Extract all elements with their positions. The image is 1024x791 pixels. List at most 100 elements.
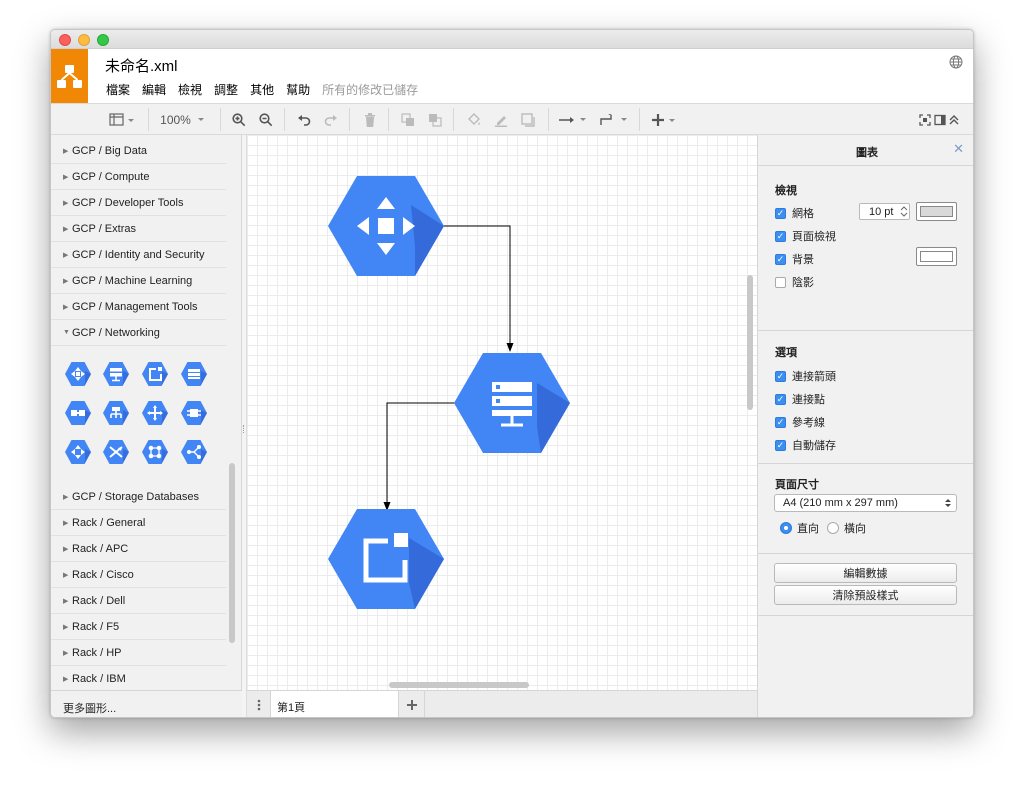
diagram-svg (328, 176, 570, 609)
connector-edge[interactable] (383, 402, 458, 511)
fill-color-button[interactable] (464, 104, 484, 135)
canvas-vertical-scrollbar[interactable] (747, 275, 753, 410)
connection-arrows-checkbox[interactable]: ✓ 連接箭頭 (775, 368, 836, 384)
checkbox-checked: ✓ (775, 439, 786, 451)
shape-category[interactable]: ▶ GCP / Storage Databases (51, 484, 226, 510)
document-title[interactable]: 未命名.xml (105, 55, 178, 76)
grid-size-stepper[interactable]: 10 pt (859, 203, 910, 220)
shape-palette-item[interactable] (179, 398, 209, 428)
shape-category[interactable]: ▶ Rack / HP (51, 640, 226, 666)
delete-button[interactable] (360, 104, 380, 135)
sidebar-scrollbar[interactable] (229, 463, 235, 643)
redo-button[interactable] (321, 104, 341, 135)
portrait-radio[interactable]: 直向 (780, 520, 819, 536)
background-checkbox[interactable]: ✓ 背景 (775, 251, 814, 267)
toolbar-separator (388, 108, 389, 131)
page-size-select[interactable]: A4 (210 mm x 297 mm) (774, 494, 957, 512)
shape-library-sidebar: ▶ GCP / Big Data ▶ GCP / Compute ▶ GCP / De… (51, 135, 242, 717)
autosave-checkbox[interactable]: ✓ 自動儲存 (775, 437, 836, 453)
shape-palette-item[interactable] (63, 437, 93, 467)
chevron-up-double-icon (949, 114, 959, 124)
minimize-window-button[interactable] (78, 34, 90, 46)
fullscreen-icon (919, 113, 931, 126)
shape-palette-item[interactable] (101, 437, 131, 467)
insert-dropdown[interactable] (648, 104, 680, 135)
shape-category[interactable]: ▶ GCP / Big Data (51, 138, 226, 164)
guides-checkbox[interactable]: ✓ 參考線 (775, 414, 825, 430)
close-format-panel-button[interactable]: ✕ (953, 142, 964, 155)
zoom-dropdown[interactable]: 100% (157, 104, 209, 135)
stepper-arrows-icon (900, 206, 908, 217)
page-view-checkbox[interactable]: ✓ 頁面檢視 (775, 228, 836, 244)
shape-category[interactable]: ▶ Rack / F5 (51, 614, 226, 640)
menu-extras[interactable]: 其他 (250, 81, 274, 98)
toggle-format-panel-button[interactable] (933, 104, 947, 135)
landscape-radio[interactable]: 橫向 (827, 520, 866, 536)
line-color-button[interactable] (491, 104, 511, 135)
connector-edge[interactable] (443, 225, 514, 352)
shape-palette-item[interactable] (63, 359, 93, 389)
shape-palette-item[interactable] (140, 359, 170, 389)
language-globe-icon[interactable] (949, 55, 963, 69)
expand-triangle-icon: ▶ (63, 519, 69, 527)
connection-points-checkbox[interactable]: ✓ 連接點 (775, 391, 825, 407)
cdn-node[interactable] (328, 509, 444, 609)
dns-node[interactable] (454, 353, 570, 453)
waypoints-dropdown[interactable] (597, 104, 631, 135)
pages-menu-button[interactable] (247, 691, 271, 717)
shape-palette-item[interactable] (101, 359, 131, 389)
collapse-toolbar-button[interactable] (947, 104, 961, 135)
shape-category[interactable]: ▶ GCP / Extras (51, 216, 226, 242)
shadow-checkbox[interactable]: 陰影 (775, 274, 814, 290)
diagram-canvas[interactable] (247, 135, 757, 717)
fullscreen-button[interactable] (917, 104, 933, 135)
shape-palette-item[interactable] (140, 437, 170, 467)
close-window-button[interactable] (59, 34, 71, 46)
grid-color-button[interactable] (916, 202, 957, 221)
shape-palette-item[interactable] (140, 398, 170, 428)
canvas-horizontal-scrollbar[interactable] (389, 682, 529, 688)
shape-category[interactable]: ▶ GCP / Machine Learning (51, 268, 226, 294)
grid-checkbox[interactable]: ✓ 網格 (775, 205, 814, 221)
connection-style-dropdown[interactable] (556, 104, 590, 135)
shape-palette-item[interactable] (63, 398, 93, 428)
shape-category[interactable]: ▶ Rack / Dell (51, 588, 226, 614)
shape-category[interactable]: ▶ Rack / IBM (51, 666, 226, 692)
menu-view[interactable]: 檢視 (178, 81, 202, 98)
toolbar-separator (284, 108, 285, 131)
menu-bar: 檔案 編輯 檢視 調整 其他 幫助 所有的修改已儲存 (106, 81, 430, 98)
to-back-button[interactable] (425, 104, 445, 135)
menu-help[interactable]: 幫助 (286, 81, 310, 98)
shape-category[interactable]: ▶ Rack / General (51, 510, 226, 536)
edit-data-button[interactable]: 編輯數據 (774, 563, 957, 583)
expand-triangle-icon: ▶ (63, 173, 69, 181)
menu-arrange[interactable]: 調整 (214, 81, 238, 98)
background-color-button[interactable] (916, 247, 957, 266)
format-panel-toggle-button[interactable] (106, 104, 138, 135)
page-tab[interactable]: 第1頁 (271, 691, 399, 717)
shape-category[interactable]: ▶ Rack / APC (51, 536, 226, 562)
shape-palette-item[interactable] (101, 398, 131, 428)
more-shapes-button[interactable]: 更多圖形... (51, 690, 242, 717)
background-color-swatch (920, 251, 953, 262)
cloud-router-icon (142, 401, 168, 425)
shape-category[interactable]: ▶ GCP / Management Tools (51, 294, 226, 320)
shape-category[interactable]: ▶ GCP / Identity and Security (51, 242, 226, 268)
zoom-window-button[interactable] (97, 34, 109, 46)
shape-category[interactable]: ▶ Rack / Cisco (51, 562, 226, 588)
shape-category[interactable]: ▶ GCP / Compute (51, 164, 226, 190)
shadow-button[interactable] (518, 104, 538, 135)
shape-palette-item[interactable] (179, 437, 209, 467)
zoom-in-button[interactable] (229, 104, 249, 135)
to-front-button[interactable] (398, 104, 418, 135)
shape-category[interactable]: ▶ GCP / Developer Tools (51, 190, 226, 216)
zoom-out-button[interactable] (256, 104, 276, 135)
add-page-button[interactable] (399, 691, 425, 717)
shape-palette-item[interactable] (179, 359, 209, 389)
load-balancing-node[interactable] (328, 176, 444, 276)
menu-file[interactable]: 檔案 (106, 81, 130, 98)
clear-default-style-button[interactable]: 清除預設樣式 (774, 585, 957, 605)
menu-edit[interactable]: 編輯 (142, 81, 166, 98)
shape-category-expanded[interactable]: ▼ GCP / Networking (51, 320, 226, 346)
undo-button[interactable] (294, 104, 314, 135)
